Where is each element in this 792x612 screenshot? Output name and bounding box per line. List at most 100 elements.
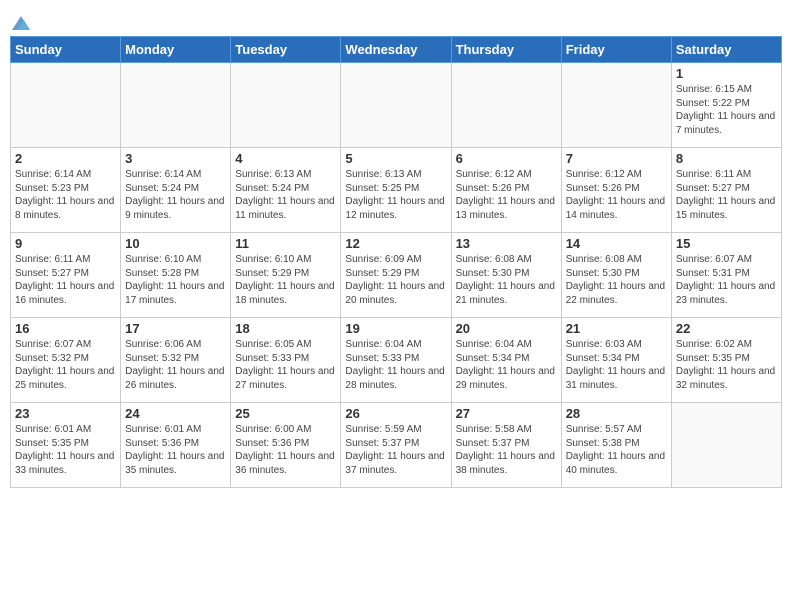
day-info: Sunrise: 6:14 AM Sunset: 5:23 PM Dayligh… bbox=[15, 168, 116, 222]
calendar-cell: 2 Sunrise: 6:14 AM Sunset: 5:23 PM Daylig… bbox=[11, 148, 121, 233]
weekday-header-monday: Monday bbox=[121, 37, 231, 63]
day-number: 19 bbox=[345, 321, 446, 336]
day-info: Sunrise: 6:08 AM Sunset: 5:30 PM Dayligh… bbox=[566, 253, 667, 307]
day-info: Sunrise: 6:09 AM Sunset: 5:29 PM Dayligh… bbox=[345, 253, 446, 307]
calendar-cell bbox=[671, 403, 781, 488]
day-number: 8 bbox=[676, 151, 777, 166]
day-number: 6 bbox=[456, 151, 557, 166]
day-number: 1 bbox=[676, 66, 777, 81]
calendar-cell: 25 Sunrise: 6:00 AM Sunset: 5:36 PM Dayli… bbox=[231, 403, 341, 488]
day-info: Sunrise: 6:10 AM Sunset: 5:29 PM Dayligh… bbox=[235, 253, 336, 307]
day-number: 7 bbox=[566, 151, 667, 166]
day-info: Sunrise: 6:07 AM Sunset: 5:32 PM Dayligh… bbox=[15, 338, 116, 392]
day-info: Sunrise: 6:14 AM Sunset: 5:24 PM Dayligh… bbox=[125, 168, 226, 222]
calendar-cell: 19 Sunrise: 6:04 AM Sunset: 5:33 PM Dayli… bbox=[341, 318, 451, 403]
day-number: 10 bbox=[125, 236, 226, 251]
day-info: Sunrise: 6:02 AM Sunset: 5:35 PM Dayligh… bbox=[676, 338, 777, 392]
day-info: Sunrise: 6:08 AM Sunset: 5:30 PM Dayligh… bbox=[456, 253, 557, 307]
logo bbox=[10, 10, 30, 30]
day-number: 18 bbox=[235, 321, 336, 336]
day-info: Sunrise: 5:57 AM Sunset: 5:38 PM Dayligh… bbox=[566, 423, 667, 477]
week-row-5: 23 Sunrise: 6:01 AM Sunset: 5:35 PM Dayli… bbox=[11, 403, 782, 488]
calendar-cell: 27 Sunrise: 5:58 AM Sunset: 5:37 PM Dayli… bbox=[451, 403, 561, 488]
logo-icon bbox=[12, 16, 30, 30]
calendar-cell: 11 Sunrise: 6:10 AM Sunset: 5:29 PM Dayli… bbox=[231, 233, 341, 318]
day-number: 27 bbox=[456, 406, 557, 421]
day-number: 20 bbox=[456, 321, 557, 336]
calendar-cell: 12 Sunrise: 6:09 AM Sunset: 5:29 PM Dayli… bbox=[341, 233, 451, 318]
calendar-cell: 24 Sunrise: 6:01 AM Sunset: 5:36 PM Dayli… bbox=[121, 403, 231, 488]
day-number: 4 bbox=[235, 151, 336, 166]
day-number: 25 bbox=[235, 406, 336, 421]
day-number: 5 bbox=[345, 151, 446, 166]
calendar-cell: 22Sunrise: 6:02 AM Sunset: 5:35 PM Dayli… bbox=[671, 318, 781, 403]
calendar-cell: 9 Sunrise: 6:11 AM Sunset: 5:27 PM Daylig… bbox=[11, 233, 121, 318]
day-info: Sunrise: 6:01 AM Sunset: 5:36 PM Dayligh… bbox=[125, 423, 226, 477]
day-number: 15 bbox=[676, 236, 777, 251]
week-row-1: 1Sunrise: 6:15 AM Sunset: 5:22 PM Daylig… bbox=[11, 63, 782, 148]
week-row-3: 9 Sunrise: 6:11 AM Sunset: 5:27 PM Daylig… bbox=[11, 233, 782, 318]
day-number: 2 bbox=[15, 151, 116, 166]
calendar-cell bbox=[451, 63, 561, 148]
page-header bbox=[10, 10, 782, 30]
day-info: Sunrise: 6:06 AM Sunset: 5:32 PM Dayligh… bbox=[125, 338, 226, 392]
calendar-cell: 18 Sunrise: 6:05 AM Sunset: 5:33 PM Dayli… bbox=[231, 318, 341, 403]
calendar-cell: 1Sunrise: 6:15 AM Sunset: 5:22 PM Daylig… bbox=[671, 63, 781, 148]
day-info: Sunrise: 6:13 AM Sunset: 5:25 PM Dayligh… bbox=[345, 168, 446, 222]
day-info: Sunrise: 6:03 AM Sunset: 5:34 PM Dayligh… bbox=[566, 338, 667, 392]
calendar-cell: 20 Sunrise: 6:04 AM Sunset: 5:34 PM Dayli… bbox=[451, 318, 561, 403]
calendar-cell: 7 Sunrise: 6:12 AM Sunset: 5:26 PM Daylig… bbox=[561, 148, 671, 233]
day-number: 24 bbox=[125, 406, 226, 421]
day-info: Sunrise: 6:13 AM Sunset: 5:24 PM Dayligh… bbox=[235, 168, 336, 222]
day-number: 17 bbox=[125, 321, 226, 336]
day-info: Sunrise: 6:04 AM Sunset: 5:33 PM Dayligh… bbox=[345, 338, 446, 392]
day-info: Sunrise: 6:05 AM Sunset: 5:33 PM Dayligh… bbox=[235, 338, 336, 392]
day-number: 13 bbox=[456, 236, 557, 251]
day-number: 28 bbox=[566, 406, 667, 421]
calendar-table: SundayMondayTuesdayWednesdayThursdayFrid… bbox=[10, 36, 782, 488]
day-number: 9 bbox=[15, 236, 116, 251]
day-info: Sunrise: 6:12 AM Sunset: 5:26 PM Dayligh… bbox=[566, 168, 667, 222]
day-number: 11 bbox=[235, 236, 336, 251]
day-info: Sunrise: 6:11 AM Sunset: 5:27 PM Dayligh… bbox=[676, 168, 777, 222]
day-info: Sunrise: 6:04 AM Sunset: 5:34 PM Dayligh… bbox=[456, 338, 557, 392]
day-info: Sunrise: 6:00 AM Sunset: 5:36 PM Dayligh… bbox=[235, 423, 336, 477]
week-row-2: 2 Sunrise: 6:14 AM Sunset: 5:23 PM Daylig… bbox=[11, 148, 782, 233]
calendar-cell: 26 Sunrise: 5:59 AM Sunset: 5:37 PM Dayli… bbox=[341, 403, 451, 488]
calendar-cell: 15Sunrise: 6:07 AM Sunset: 5:31 PM Dayli… bbox=[671, 233, 781, 318]
week-row-4: 16Sunrise: 6:07 AM Sunset: 5:32 PM Dayli… bbox=[11, 318, 782, 403]
day-info: Sunrise: 6:10 AM Sunset: 5:28 PM Dayligh… bbox=[125, 253, 226, 307]
weekday-header-wednesday: Wednesday bbox=[341, 37, 451, 63]
calendar-cell: 4 Sunrise: 6:13 AM Sunset: 5:24 PM Daylig… bbox=[231, 148, 341, 233]
day-info: Sunrise: 6:11 AM Sunset: 5:27 PM Dayligh… bbox=[15, 253, 116, 307]
calendar-cell: 13 Sunrise: 6:08 AM Sunset: 5:30 PM Dayli… bbox=[451, 233, 561, 318]
day-info: Sunrise: 5:58 AM Sunset: 5:37 PM Dayligh… bbox=[456, 423, 557, 477]
calendar-cell: 17 Sunrise: 6:06 AM Sunset: 5:32 PM Dayli… bbox=[121, 318, 231, 403]
calendar-cell: 5 Sunrise: 6:13 AM Sunset: 5:25 PM Daylig… bbox=[341, 148, 451, 233]
calendar-cell: 21 Sunrise: 6:03 AM Sunset: 5:34 PM Dayli… bbox=[561, 318, 671, 403]
weekday-header-saturday: Saturday bbox=[671, 37, 781, 63]
calendar-cell bbox=[341, 63, 451, 148]
day-info: Sunrise: 5:59 AM Sunset: 5:37 PM Dayligh… bbox=[345, 423, 446, 477]
weekday-header-row: SundayMondayTuesdayWednesdayThursdayFrid… bbox=[11, 37, 782, 63]
calendar-cell: 6 Sunrise: 6:12 AM Sunset: 5:26 PM Daylig… bbox=[451, 148, 561, 233]
calendar-cell: 14Sunrise: 6:08 AM Sunset: 5:30 PM Dayli… bbox=[561, 233, 671, 318]
day-info: Sunrise: 6:01 AM Sunset: 5:35 PM Dayligh… bbox=[15, 423, 116, 477]
calendar-cell bbox=[121, 63, 231, 148]
weekday-header-friday: Friday bbox=[561, 37, 671, 63]
calendar-cell: 23 Sunrise: 6:01 AM Sunset: 5:35 PM Dayli… bbox=[11, 403, 121, 488]
calendar-cell: 28 Sunrise: 5:57 AM Sunset: 5:38 PM Dayli… bbox=[561, 403, 671, 488]
calendar-cell bbox=[231, 63, 341, 148]
calendar-cell bbox=[11, 63, 121, 148]
weekday-header-sunday: Sunday bbox=[11, 37, 121, 63]
calendar-cell: 3Sunrise: 6:14 AM Sunset: 5:24 PM Daylig… bbox=[121, 148, 231, 233]
day-number: 26 bbox=[345, 406, 446, 421]
day-number: 21 bbox=[566, 321, 667, 336]
weekday-header-tuesday: Tuesday bbox=[231, 37, 341, 63]
calendar-cell: 10 Sunrise: 6:10 AM Sunset: 5:28 PM Dayli… bbox=[121, 233, 231, 318]
day-number: 12 bbox=[345, 236, 446, 251]
day-info: Sunrise: 6:12 AM Sunset: 5:26 PM Dayligh… bbox=[456, 168, 557, 222]
day-number: 23 bbox=[15, 406, 116, 421]
calendar-cell bbox=[561, 63, 671, 148]
calendar-cell: 8 Sunrise: 6:11 AM Sunset: 5:27 PM Daylig… bbox=[671, 148, 781, 233]
